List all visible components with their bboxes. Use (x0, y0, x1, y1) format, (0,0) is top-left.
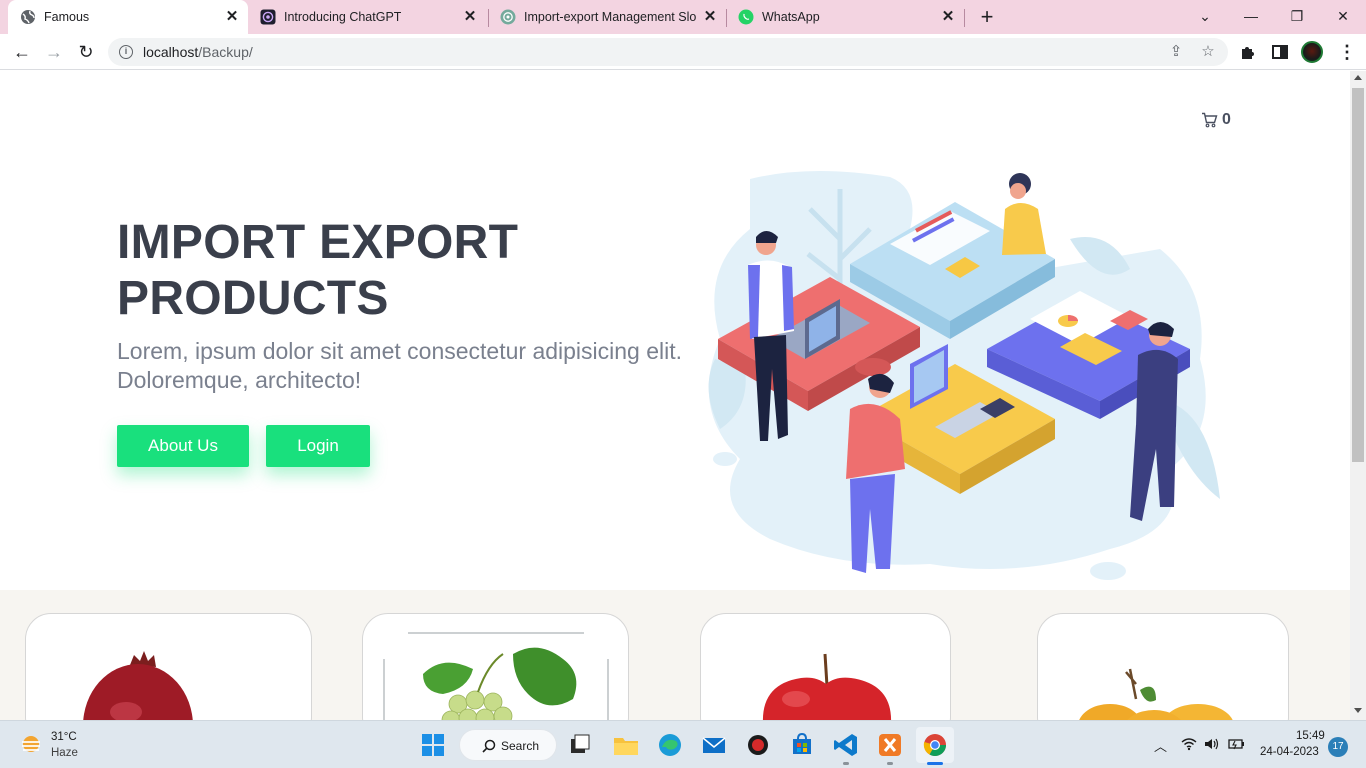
globe-icon (21, 10, 35, 24)
pomegranate-image (83, 651, 193, 720)
product-card[interactable] (25, 613, 312, 720)
restore-button[interactable]: ❐ (1285, 4, 1309, 28)
tab-separator (964, 9, 965, 27)
weather-temperature[interactable]: 31°C (51, 731, 77, 743)
products-section (0, 590, 1350, 720)
scroll-up-arrow-icon[interactable] (1354, 75, 1362, 80)
openai-icon (260, 9, 276, 25)
clock-date[interactable]: 24-04-2023 (1260, 746, 1319, 758)
back-button[interactable]: ← (10, 40, 34, 64)
running-indicator (887, 762, 893, 765)
bookmark-star-icon[interactable]: ☆ (1199, 43, 1217, 61)
tab-strip: Famous ✕ Introducing ChatGPT ✕ Import-ex… (0, 0, 1366, 34)
tab-title: Import-export Management Slog (524, 10, 696, 24)
close-window-button[interactable]: ✕ (1331, 4, 1355, 28)
login-button[interactable]: Login (266, 425, 370, 467)
task-view-icon[interactable] (564, 729, 596, 761)
url-text[interactable]: localhost/Backup/ (143, 44, 253, 60)
address-bar[interactable]: i localhost/Backup/ ⇪ ☆ (108, 38, 1228, 66)
product-card[interactable] (700, 613, 951, 720)
profile-avatar[interactable] (1301, 41, 1323, 63)
product-card[interactable] (362, 613, 629, 720)
edge-browser-icon[interactable] (654, 729, 686, 761)
active-app-indicator (927, 762, 943, 765)
haze-weather-icon[interactable] (20, 734, 42, 756)
extensions-puzzle-icon[interactable] (1238, 42, 1258, 62)
cart-count: 0 (1222, 111, 1231, 128)
taskbar-search[interactable]: Search (459, 729, 557, 761)
menu-kebab-icon[interactable]: ⋮ (1338, 42, 1356, 62)
browser-toolbar: ← → ↻ i localhost/Backup/ ⇪ ☆ ⋮ (0, 34, 1366, 70)
vscode-icon[interactable] (830, 729, 862, 761)
chrome-icon (923, 734, 946, 756)
weather-description[interactable]: Haze (51, 747, 78, 759)
forward-button[interactable]: → (42, 40, 66, 64)
battery-icon[interactable] (1228, 738, 1246, 750)
chrome-active-bg[interactable] (916, 727, 954, 763)
search-label: Search (501, 739, 540, 753)
tab-title: Introducing ChatGPT (284, 10, 402, 24)
scroll-down-arrow-icon[interactable] (1354, 708, 1362, 713)
orange-image (1079, 668, 1233, 720)
tab-famous[interactable]: Famous ✕ (8, 0, 248, 34)
hero-illustration (708, 170, 1220, 580)
file-explorer-icon[interactable] (610, 729, 642, 761)
hero-title: IMPORT EXPORT PRODUCTS (117, 216, 519, 325)
search-icon (482, 739, 496, 753)
close-icon[interactable]: ✕ (224, 9, 240, 25)
tab-whatsapp[interactable]: WhatsApp ✕ (726, 0, 964, 34)
openai-icon (500, 9, 516, 25)
clock-time[interactable]: 15:49 (1296, 730, 1325, 742)
notification-badge[interactable]: 17 (1328, 737, 1348, 757)
show-hidden-icons-chevron-icon[interactable]: ︿ (1154, 736, 1167, 755)
side-panel-icon[interactable] (1270, 42, 1290, 62)
reload-button[interactable]: ↻ (74, 40, 98, 64)
apple-image (763, 653, 891, 720)
tab-import-export[interactable]: Import-export Management Slog ✕ (488, 0, 726, 34)
minimize-button[interactable]: — (1239, 4, 1263, 28)
tab-title: Famous (44, 10, 90, 24)
grapes-image (383, 632, 609, 720)
cart[interactable]: 0 (1201, 111, 1231, 129)
product-card[interactable] (1037, 613, 1289, 720)
tab-chatgpt[interactable]: Introducing ChatGPT ✕ (248, 0, 488, 34)
tab-title: WhatsApp (762, 10, 820, 24)
close-icon[interactable]: ✕ (462, 9, 478, 25)
share-icon[interactable]: ⇪ (1167, 43, 1185, 61)
close-icon[interactable]: ✕ (702, 9, 718, 25)
mail-icon[interactable] (698, 729, 730, 761)
close-icon[interactable]: ✕ (940, 9, 956, 25)
new-tab-button[interactable]: + (976, 6, 998, 28)
scrollbar-thumb[interactable] (1352, 88, 1364, 462)
xampp-icon[interactable] (874, 729, 906, 761)
page-scrollbar[interactable] (1350, 71, 1366, 720)
page-viewport: 0 IMPORT EXPORT PRODUCTS Lorem, ipsum do… (0, 71, 1350, 720)
wifi-icon[interactable] (1181, 737, 1197, 751)
running-indicator (843, 762, 849, 765)
whatsapp-icon (738, 9, 754, 25)
info-icon[interactable]: i (119, 45, 133, 59)
volume-icon[interactable] (1204, 737, 1220, 751)
about-us-button[interactable]: About Us (117, 425, 249, 467)
windows-taskbar: 31°C Haze Search ︿ 15:49 24-04-2023 17 (0, 720, 1366, 768)
tab-search-chevron-icon[interactable]: ⌄ (1193, 4, 1217, 28)
cart-icon (1202, 112, 1218, 128)
windows-start-icon[interactable] (417, 729, 449, 761)
antivirus-icon[interactable] (742, 729, 774, 761)
microsoft-store-icon[interactable] (786, 729, 818, 761)
hero-subtitle: Lorem, ipsum dolor sit amet consectetur … (117, 338, 683, 393)
